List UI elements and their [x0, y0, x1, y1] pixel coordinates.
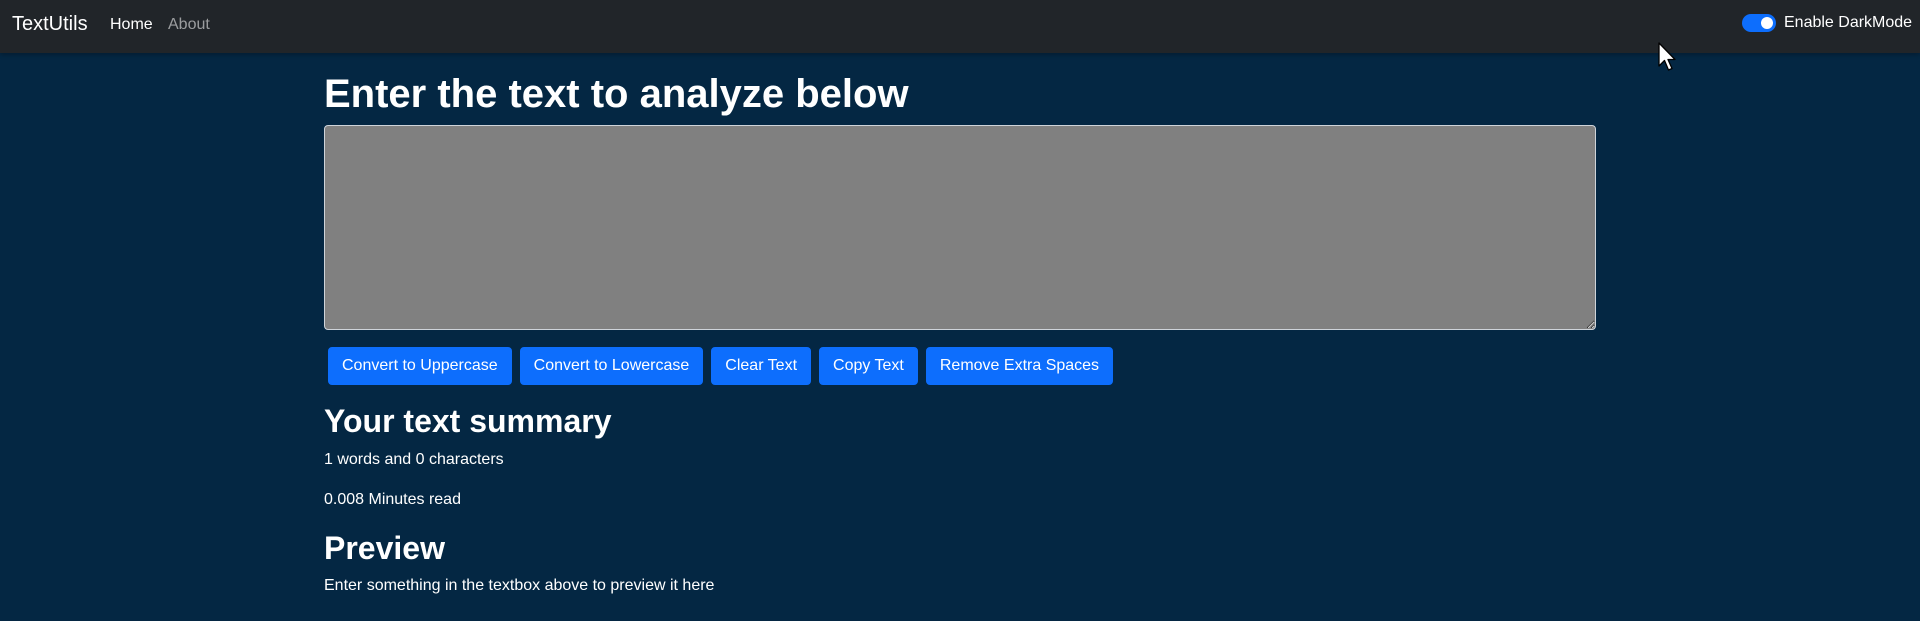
clear-text-button[interactable]: Clear Text [711, 347, 812, 385]
toggle-knob [1761, 17, 1773, 29]
lowercase-button[interactable]: Convert to Lowercase [519, 347, 704, 385]
summary-heading: Your text summary [324, 403, 612, 439]
brand-link[interactable]: TextUtils [12, 13, 88, 36]
preview-text: Enter something in the textbox above to … [324, 577, 715, 594]
navbar: TextUtils Home About Enable DarkMode [0, 0, 1920, 53]
nav-link-home[interactable]: Home [110, 16, 153, 34]
copy-text-button[interactable]: Copy Text [819, 347, 918, 385]
nav-link-about[interactable]: About [168, 16, 210, 34]
word-char-count: 1 words and 0 characters [324, 451, 504, 468]
page-title: Enter the text to analyze below [324, 72, 909, 116]
darkmode-label[interactable]: Enable DarkMode [1784, 14, 1912, 32]
darkmode-switch[interactable]: Enable DarkMode [1742, 14, 1912, 32]
uppercase-button[interactable]: Convert to Uppercase [328, 347, 512, 385]
text-input[interactable] [324, 125, 1596, 330]
action-buttons: Convert to Uppercase Convert to Lowercas… [328, 347, 1114, 385]
darkmode-toggle[interactable] [1742, 14, 1776, 32]
mouse-cursor-icon [1658, 42, 1676, 71]
read-time: 0.008 Minutes read [324, 491, 461, 508]
remove-spaces-button[interactable]: Remove Extra Spaces [925, 347, 1114, 385]
preview-heading: Preview [324, 530, 445, 566]
